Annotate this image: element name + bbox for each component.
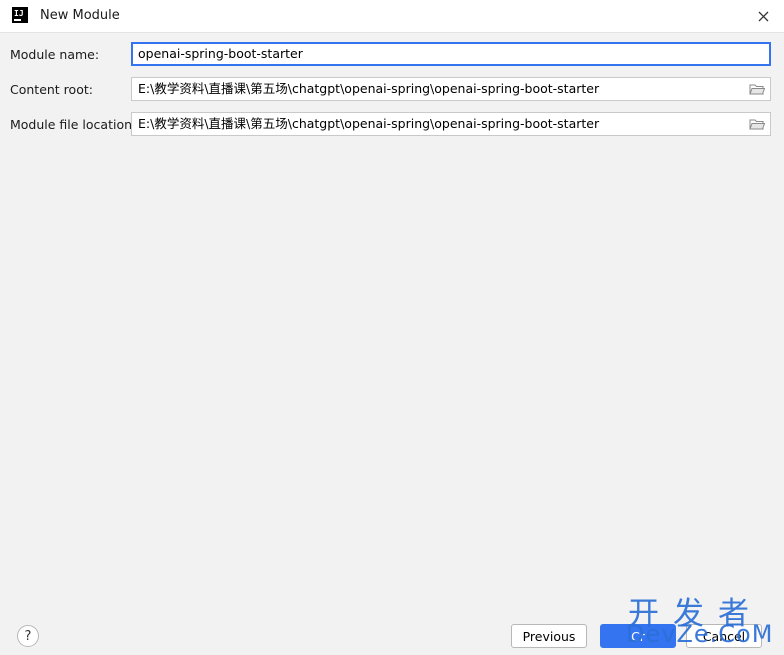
- intellij-app-icon: IJ: [12, 7, 28, 23]
- module-name-field-box: [131, 42, 771, 66]
- module-file-location-value: E:\教学资料\直播课\第五场\chatgpt\openai-spring\op…: [138, 116, 600, 131]
- folder-icon: [749, 119, 765, 129]
- cancel-button[interactable]: Cancel: [686, 624, 762, 648]
- create-button[interactable]: Cr: [600, 624, 676, 648]
- previous-button[interactable]: Previous: [511, 624, 587, 648]
- title-bar: IJ New Module: [0, 0, 784, 33]
- content-root-label: Content root:: [10, 82, 93, 97]
- help-icon: ?: [24, 628, 32, 644]
- app-icon-text: IJ: [14, 9, 24, 18]
- module-name-row: Module name:: [10, 42, 774, 66]
- content-root-row: Content root: E:\教学资料\直播课\第五场\chatgpt\op…: [10, 77, 774, 101]
- folder-icon: [749, 84, 765, 94]
- close-button[interactable]: [752, 6, 774, 26]
- close-icon: [758, 11, 768, 21]
- module-file-location-row: Module file location: E:\教学资料\直播课\第五场\ch…: [10, 112, 774, 136]
- module-name-input[interactable]: [138, 43, 738, 65]
- content-root-value: E:\教学资料\直播课\第五场\chatgpt\openai-spring\op…: [138, 81, 600, 96]
- browse-module-file-location-button[interactable]: [748, 116, 766, 132]
- browse-content-root-button[interactable]: [748, 81, 766, 97]
- dialog-title: New Module: [40, 8, 120, 23]
- module-file-location-label: Module file location:: [10, 117, 137, 132]
- content-root-field[interactable]: E:\教学资料\直播课\第五场\chatgpt\openai-spring\op…: [131, 77, 771, 101]
- module-file-location-field[interactable]: E:\教学资料\直播课\第五场\chatgpt\openai-spring\op…: [131, 112, 771, 136]
- help-button[interactable]: ?: [17, 625, 39, 647]
- module-name-label: Module name:: [10, 47, 100, 62]
